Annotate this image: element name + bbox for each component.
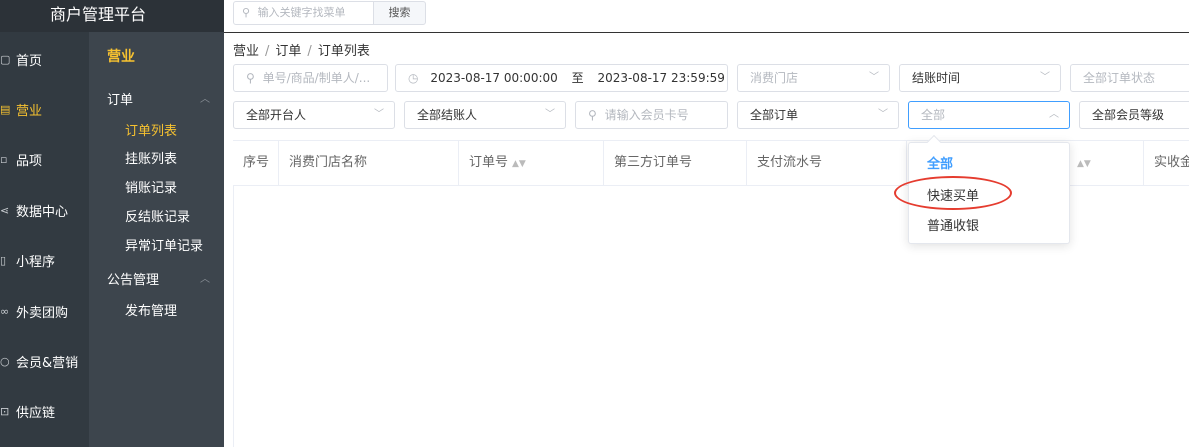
- column-order-no[interactable]: 订单号 ▲▼: [459, 141, 604, 186]
- member-icon: ○: [0, 354, 10, 368]
- share-icon: ⋖: [0, 203, 10, 217]
- breadcrumb-business[interactable]: 营业: [233, 44, 259, 59]
- nav-item-mini-program[interactable]: ▯ 小程序: [0, 235, 89, 285]
- member-level-select[interactable]: 全部会员等级: [1079, 101, 1189, 129]
- order-status-select[interactable]: 全部订单状态: [1070, 64, 1189, 92]
- member-card-input[interactable]: ⚲ 请输入会员卡号: [575, 101, 728, 129]
- home-icon: ▢: [0, 52, 11, 66]
- breadcrumb-order-list: 订单列表: [317, 44, 370, 59]
- subnav-item-publish[interactable]: 发布管理: [125, 300, 177, 319]
- keyword-input[interactable]: ⚲ 单号/商品/制单人/...: [233, 64, 388, 92]
- column-third-party-no: 第三方订单号: [604, 141, 747, 186]
- nav-item-business[interactable]: ▤ 营业: [0, 84, 89, 134]
- checker-select[interactable]: 全部结账人 ﹀: [404, 101, 566, 129]
- column-store-name: 消费门店名称: [279, 141, 459, 186]
- column-sort-partial[interactable]: ▲▼: [1063, 141, 1143, 186]
- search-icon: ⚲: [242, 6, 251, 19]
- table-border: [233, 186, 234, 447]
- search-icon: ⚲: [588, 108, 597, 122]
- subnav-item-order-list[interactable]: 订单列表: [125, 120, 177, 139]
- chevron-up-icon[interactable]: ︿: [200, 270, 210, 285]
- chevron-down-icon: ﹀: [374, 109, 384, 120]
- store-select[interactable]: 消费门店 ﹀: [737, 64, 890, 92]
- breadcrumb-order[interactable]: 订单: [275, 44, 301, 59]
- nav-item-supply[interactable]: ⊡ 供应链: [0, 386, 89, 436]
- column-index: 序号: [233, 141, 279, 186]
- subnav-item-abnormal-orders[interactable]: 异常订单记录: [125, 235, 203, 254]
- dropdown-option-normal-cashier[interactable]: 普通收银: [927, 215, 979, 234]
- column-payment-serial: 支付流水号: [747, 141, 907, 186]
- order-type-select[interactable]: 全部订单 ﹀: [737, 101, 899, 129]
- chevron-up-icon: ︿: [1049, 109, 1059, 120]
- column-received-amount: 实收金: [1143, 141, 1189, 186]
- nav-item-takeout[interactable]: ∞ 外卖团购: [0, 286, 89, 336]
- menu-search-input[interactable]: ⚲ 输入关键字找菜单: [233, 1, 374, 25]
- subnav-item-writeoff[interactable]: 销账记录: [125, 177, 177, 196]
- subnav-group-order[interactable]: 订单: [107, 89, 133, 108]
- highlight-circle: [894, 176, 1012, 210]
- breadcrumb: 营业 / 订单 / 订单列表: [233, 44, 370, 59]
- nav-item-items[interactable]: ▫ 品项: [0, 134, 89, 184]
- truck-icon: ⊡: [0, 404, 10, 418]
- phone-icon: ▯: [0, 253, 7, 267]
- chevron-down-icon: ﹀: [545, 109, 555, 120]
- subnav-group-notice[interactable]: 公告管理: [107, 269, 159, 288]
- time-type-select[interactable]: 结账时间 ﹀: [899, 64, 1061, 92]
- opener-select[interactable]: 全部开台人 ﹀: [233, 101, 395, 129]
- brand-title: 商户管理平台: [0, 0, 224, 32]
- search-icon: ⚲: [246, 71, 255, 85]
- order-source-select[interactable]: 全部 ︿: [908, 101, 1070, 129]
- header-divider: [224, 32, 1189, 33]
- nav-item-member[interactable]: ○ 会员&营销: [0, 336, 89, 386]
- subnav-header: 营业: [107, 49, 135, 65]
- clock-icon: ◷: [408, 71, 419, 85]
- chevron-down-icon: ﹀: [869, 72, 879, 83]
- group-icon: ∞: [0, 304, 10, 318]
- dropdown-option-all[interactable]: 全部: [927, 153, 953, 172]
- nav-item-data-center[interactable]: ⋖ 数据中心: [0, 185, 89, 235]
- chevron-up-icon[interactable]: ︿: [200, 90, 210, 105]
- subnav-item-credit-list[interactable]: 挂账列表: [125, 148, 177, 167]
- sort-icon[interactable]: ▲▼: [1077, 159, 1091, 169]
- chevron-down-icon: ﹀: [878, 109, 888, 120]
- date-range-picker[interactable]: ◷ 2023-08-17 00:00:00 至 2023-08-17 23:59…: [395, 64, 728, 92]
- items-icon: ▫: [0, 152, 8, 166]
- nav-item-home[interactable]: ▢ 首页: [0, 34, 89, 84]
- sort-icon[interactable]: ▲▼: [512, 159, 526, 169]
- menu-search-button[interactable]: 搜索: [373, 1, 426, 25]
- business-icon: ▤: [0, 102, 11, 116]
- subnav-item-reverse-checkout[interactable]: 反结账记录: [125, 206, 190, 225]
- chevron-down-icon: ﹀: [1040, 72, 1050, 83]
